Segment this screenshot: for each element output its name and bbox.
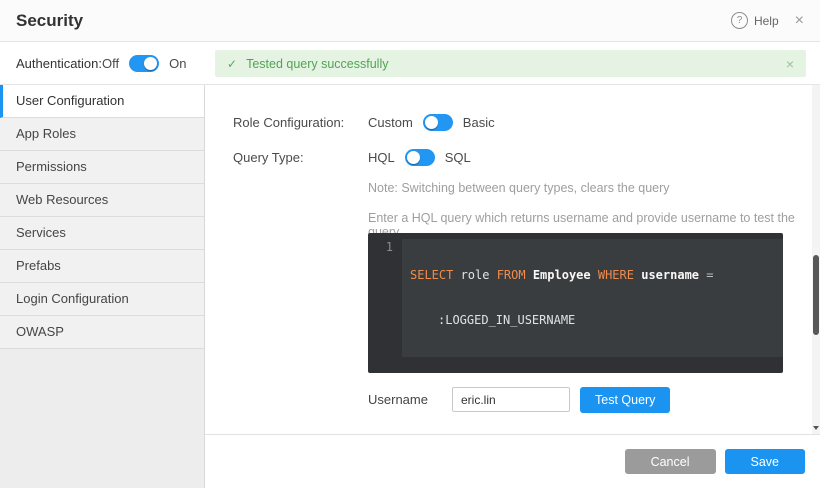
role-configuration-toggle[interactable]: [423, 114, 453, 131]
sidebar-item-user-configuration[interactable]: User Configuration: [0, 85, 204, 118]
query-type-label: Query Type:: [233, 150, 368, 165]
sidebar-item-app-roles[interactable]: App Roles: [0, 118, 204, 151]
sidebar-item-login-configuration[interactable]: Login Configuration: [0, 283, 204, 316]
authentication-toggle[interactable]: [129, 55, 159, 72]
username-label: Username: [368, 392, 452, 407]
sql-keyword: FROM: [497, 268, 533, 282]
sidebar-item-owasp[interactable]: OWASP: [0, 316, 204, 349]
query-type-row: Query Type: HQL SQL: [233, 143, 792, 171]
header-actions: ? Help ×: [731, 12, 804, 29]
sidebar-item-web-resources[interactable]: Web Resources: [0, 184, 204, 217]
sql-operator: =: [706, 268, 713, 282]
banner-message: Tested query successfully: [246, 57, 388, 71]
query-type-toggle[interactable]: [405, 149, 435, 166]
banner-close-icon[interactable]: ×: [786, 57, 794, 71]
query-hql-label: HQL: [368, 150, 395, 165]
code-line-2: :LOGGED_IN_USERNAME: [410, 312, 775, 329]
test-query-button[interactable]: Test Query: [580, 387, 670, 413]
cancel-button[interactable]: Cancel: [625, 449, 716, 474]
role-custom-label: Custom: [368, 115, 413, 130]
sidebar-item-services[interactable]: Services: [0, 217, 204, 250]
authentication-on-label: On: [169, 56, 186, 71]
query-sql-label: SQL: [445, 150, 471, 165]
user-configuration-panel: Role Configuration: Custom Basic Query T…: [205, 85, 812, 434]
toggle-knob: [407, 151, 420, 164]
dialog-header: Security ? Help ×: [0, 0, 820, 42]
save-button[interactable]: Save: [725, 449, 806, 474]
editor-active-line: SELECT role FROM Employee WHERE username…: [402, 239, 783, 357]
scrollbar-thumb[interactable]: [813, 255, 819, 335]
check-icon: ✓: [227, 57, 237, 71]
toggle-knob: [425, 116, 438, 129]
hql-query-editor[interactable]: 1 SELECT role FROM Employee WHERE userna…: [368, 233, 783, 373]
sql-token: role: [461, 268, 497, 282]
help-link[interactable]: Help: [754, 14, 779, 28]
page-title: Security: [16, 11, 83, 31]
success-banner: ✓ Tested query successfully ×: [215, 50, 806, 77]
role-configuration-row: Role Configuration: Custom Basic: [233, 108, 792, 136]
test-query-row: Username Test Query: [368, 386, 670, 413]
scrollbar-down-arrow-icon[interactable]: [813, 426, 819, 430]
code-line-1: SELECT role FROM Employee WHERE username…: [410, 267, 775, 284]
authentication-label: Authentication:: [16, 56, 102, 71]
sql-keyword: WHERE: [598, 268, 641, 282]
sql-identifier: Employee: [533, 268, 598, 282]
dialog-footer: Cancel Save: [205, 434, 820, 488]
sidebar-item-prefabs[interactable]: Prefabs: [0, 250, 204, 283]
close-icon[interactable]: ×: [795, 13, 804, 29]
editor-line-number: 1: [368, 233, 402, 373]
query-switch-note: Note: Switching between query types, cle…: [368, 181, 670, 195]
vertical-scrollbar[interactable]: [812, 85, 820, 434]
authentication-off-label: Off: [102, 56, 119, 71]
toggle-knob: [144, 57, 157, 70]
sidebar: User Configuration App Roles Permissions…: [0, 85, 205, 488]
help-icon[interactable]: ?: [731, 12, 748, 29]
sql-parameter: :LOGGED_IN_USERNAME: [438, 313, 575, 327]
username-input[interactable]: [452, 387, 570, 412]
sql-keyword: SELECT: [410, 268, 461, 282]
editor-code-area[interactable]: SELECT role FROM Employee WHERE username…: [402, 233, 783, 373]
sidebar-item-permissions[interactable]: Permissions: [0, 151, 204, 184]
role-configuration-label: Role Configuration:: [233, 115, 368, 130]
sql-identifier: username: [641, 268, 706, 282]
role-basic-label: Basic: [463, 115, 495, 130]
